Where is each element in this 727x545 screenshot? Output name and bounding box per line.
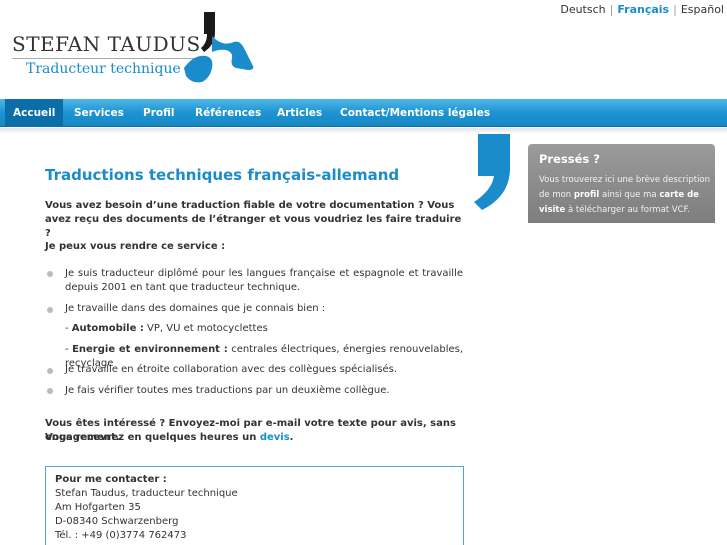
contact-street: Am Hofgarten 35 <box>55 502 141 513</box>
devis-link[interactable]: devis <box>260 432 290 443</box>
page-title: Traductions techniques français-allemand <box>45 166 400 184</box>
logo-name[interactable]: STEFAN TAUDUS <box>12 32 201 56</box>
lang-francais-link[interactable]: Français <box>617 3 669 16</box>
list-item: Je fais vérifier toutes mes traductions … <box>65 385 390 396</box>
sidebar-text: Vous trouverez ici une brève description… <box>539 173 711 218</box>
contact-heading: Pour me contacter : <box>55 474 167 485</box>
cta-text: Vous recevrez en quelques heures un <box>45 432 260 443</box>
list-item: Je travaille en étroite collaboration av… <box>65 364 398 375</box>
contact-city: D-08340 Schwarzenberg <box>55 516 179 527</box>
bullet-dot <box>47 388 53 394</box>
nav-item-services[interactable]: Services <box>66 99 132 127</box>
domain-automobile: - Automobile : VP, VU et motocyclettes <box>65 323 268 334</box>
separator: | <box>609 3 614 16</box>
intro-text: Vous avez besoin d’une traduction fiable… <box>45 200 462 239</box>
sidebar-title: Pressés ? <box>539 152 600 166</box>
bullet-dot <box>47 368 53 374</box>
nav-shadow <box>0 128 727 134</box>
lang-deutsch-link[interactable]: Deutsch <box>560 3 605 16</box>
lang-espanol-link[interactable]: Español <box>681 3 724 16</box>
sidebar-text-mid: ainsi que ma <box>599 190 660 200</box>
domain-text: VP, VU et motocyclettes <box>143 323 268 334</box>
logo-subtitle: Traducteur technique <box>26 61 181 77</box>
contact-box: Pour me contacter : Stefan Taudus, tradu… <box>45 466 464 545</box>
contact-name: Stefan Taudus, traducteur technique <box>55 488 238 499</box>
sidebar-presses-box: Pressés ? Vous trouverez ici une brève d… <box>528 144 715 223</box>
profil-link[interactable]: profil <box>574 190 599 200</box>
contact-phone: Tél. : +49 (0)3774 762473 <box>55 530 187 541</box>
logo-mark-icon[interactable] <box>182 12 260 84</box>
list-item: Je suis traducteur diplômé pour les lang… <box>65 268 463 293</box>
domain-label: Energie et environnement : <box>72 344 228 355</box>
nav-item-references[interactable]: Références <box>187 99 269 127</box>
nav-item-articles[interactable]: Articles <box>269 99 330 127</box>
nav-item-contact[interactable]: Contact/Mentions légales <box>332 99 498 127</box>
service-heading: Je peux vous rendre ce service : <box>45 241 226 252</box>
nav-item-accueil[interactable]: Accueil <box>5 99 64 127</box>
cta-line-2: Vous recevrez en quelques heures un devi… <box>45 431 465 445</box>
list-item: Je travaille dans des domaines que je co… <box>65 303 326 314</box>
main-nav: Accueil Services Profil Références Artic… <box>0 99 727 127</box>
quote-comma-icon <box>474 134 510 210</box>
sidebar-text-end: à télécharger au format VCF. <box>565 205 690 215</box>
bullet-dot <box>47 307 53 313</box>
domain-label: Automobile : <box>71 323 144 334</box>
bullet-dot <box>47 271 53 277</box>
cta-text-end: . <box>289 432 294 443</box>
logo-divider <box>12 58 204 59</box>
language-switcher: Deutsch | Français | Español <box>560 3 724 16</box>
separator: | <box>673 3 677 16</box>
nav-item-profil[interactable]: Profil <box>135 99 182 127</box>
